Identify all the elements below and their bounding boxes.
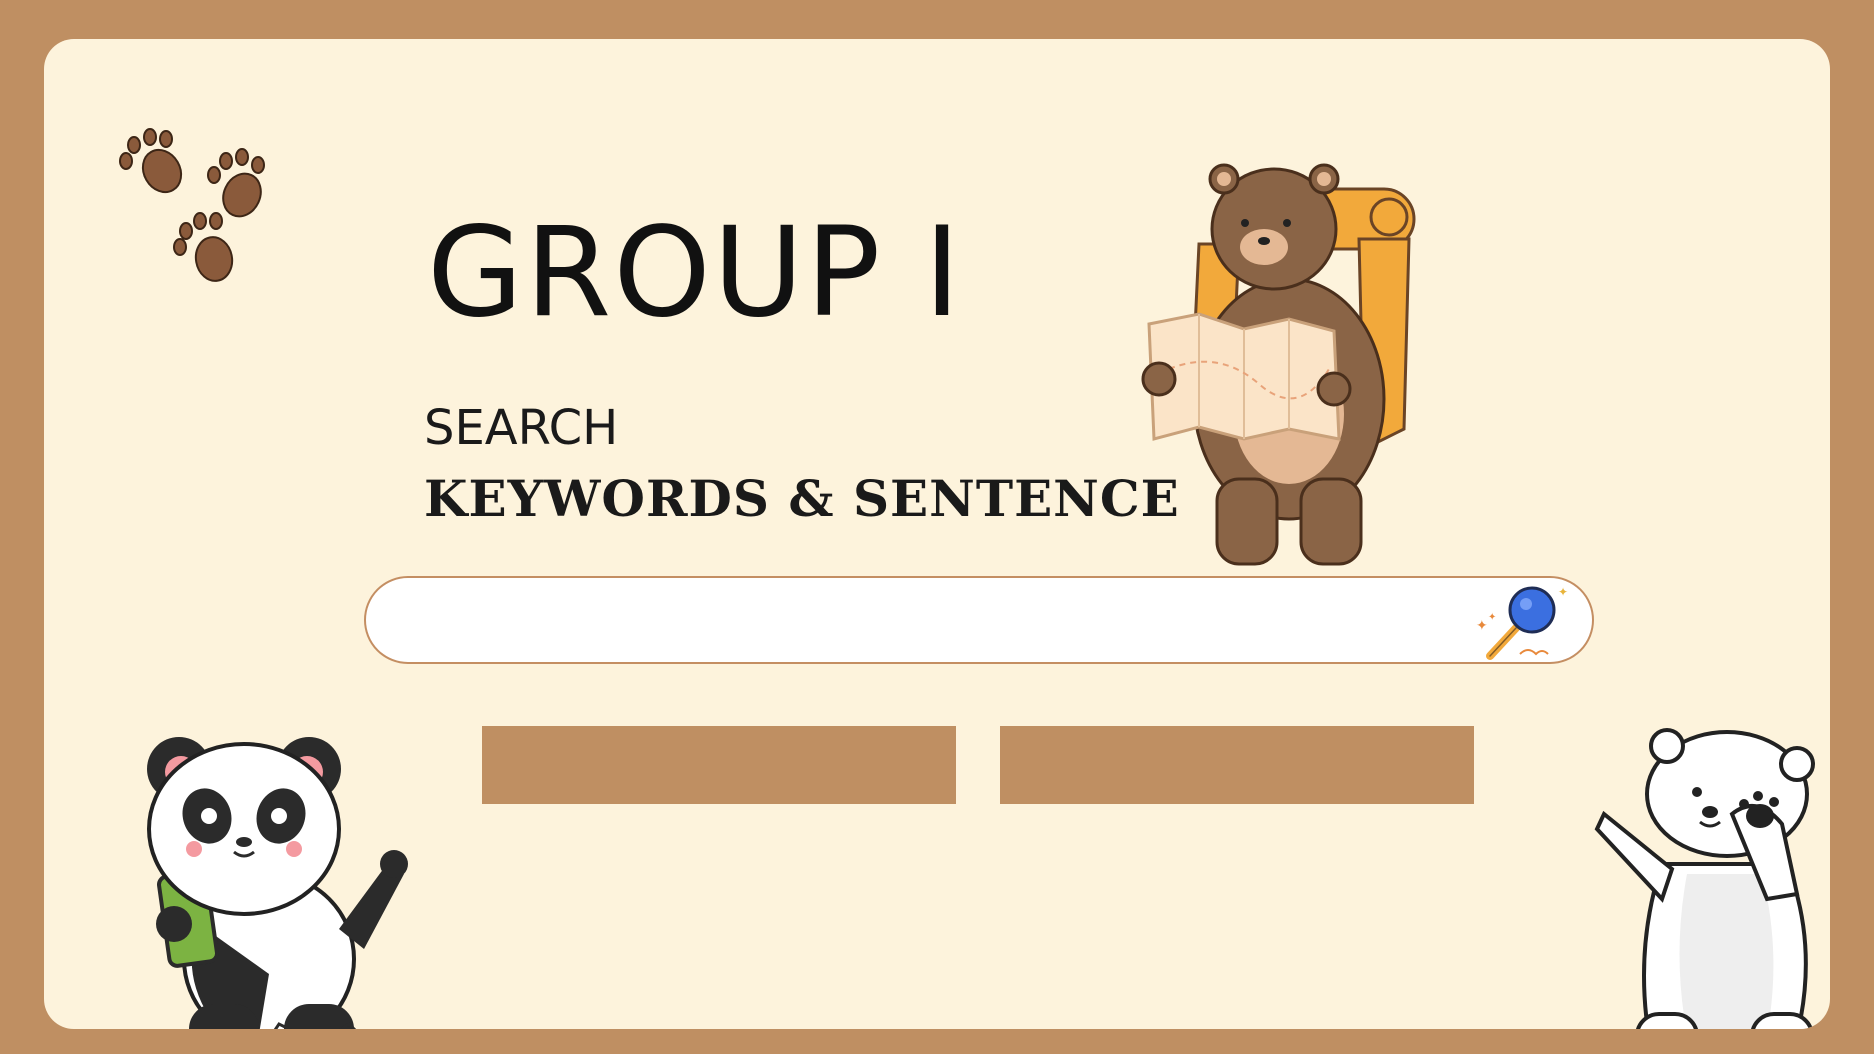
polar-bear-illustration [1594,728,1815,1029]
paw-prints-icon [119,128,265,282]
svg-text:✦: ✦ [1488,612,1496,623]
magnifying-glass-icon[interactable]: ✦ ✦ ✦ [1474,580,1574,662]
left-action-button[interactable] [482,726,956,804]
hiking-bear-illustration [1141,163,1416,566]
main-card: GROUP I SEARCH KEYWORDS & SENTENCE ✦ ✦ ✦ [44,39,1830,1029]
subtitle-keywords: KEYWORDS & SENTENCE [424,469,1180,528]
panda-illustration [147,737,408,1029]
subtitle-search: SEARCH [424,400,619,456]
right-action-button[interactable] [1000,726,1474,804]
page-frame: GROUP I SEARCH KEYWORDS & SENTENCE ✦ ✦ ✦ [0,0,1874,1054]
search-bar: ✦ ✦ ✦ [364,576,1594,664]
svg-text:✦: ✦ [1476,618,1488,634]
search-input[interactable] [406,590,1470,652]
page-title: GROUP I [427,201,963,345]
svg-text:✦: ✦ [1558,585,1568,599]
